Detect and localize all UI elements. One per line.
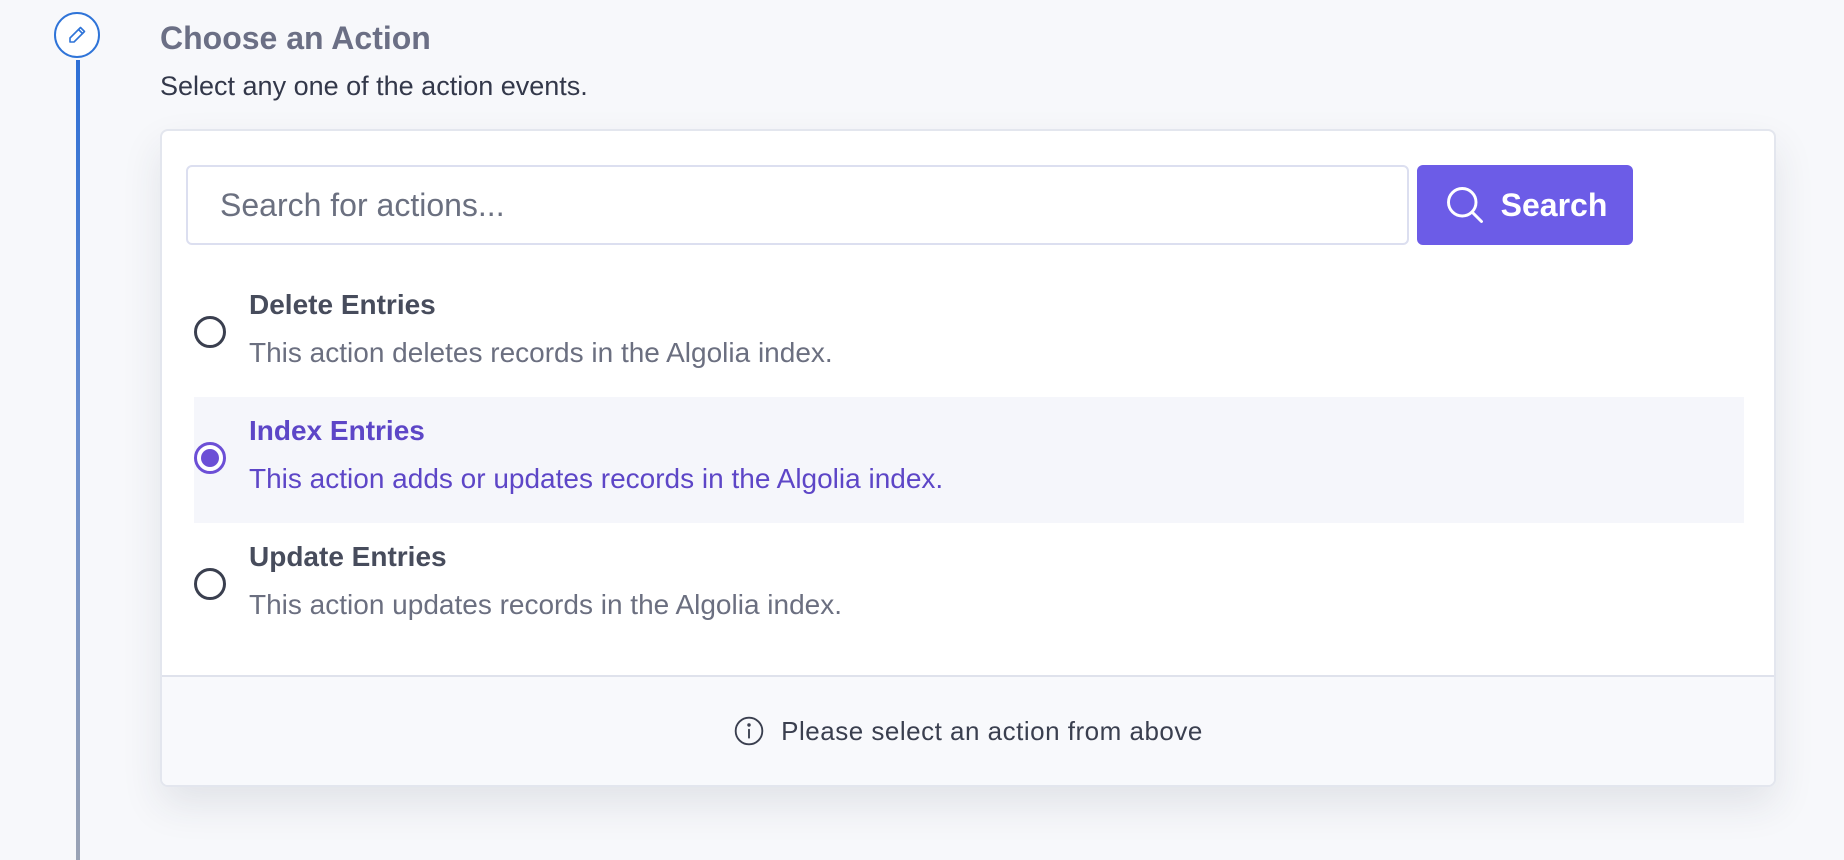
action-card: Search Delete Entries This action delete…: [160, 129, 1776, 787]
radio-button[interactable]: [194, 316, 226, 348]
radio-button[interactable]: [194, 442, 226, 474]
radio-button[interactable]: [194, 568, 226, 600]
action-title: Index Entries: [249, 415, 425, 446]
step-indicator: [54, 12, 100, 58]
search-icon: [1446, 187, 1483, 223]
info-icon: [734, 716, 764, 746]
action-title: Update Entries: [249, 541, 447, 572]
search-button[interactable]: Search: [1417, 165, 1633, 245]
action-option-index-entries[interactable]: Index Entries This action adds or update…: [194, 397, 1744, 523]
timeline-line: [76, 60, 80, 860]
search-bar: Search: [186, 165, 1750, 245]
section-header: Choose an Action Select any one of the a…: [160, 18, 588, 104]
action-title: Delete Entries: [249, 289, 436, 320]
action-description: This action adds or updates records in t…: [249, 463, 944, 494]
page-subtitle: Select any one of the action events.: [160, 71, 588, 101]
page-title: Choose an Action: [160, 20, 431, 56]
search-input[interactable]: [186, 165, 1409, 245]
hint-text: Please select an action from above: [781, 715, 1203, 746]
pencil-icon: [69, 26, 86, 43]
action-description: This action deletes records in the Algol…: [249, 337, 833, 368]
search-button-label: Search: [1500, 186, 1608, 223]
action-option-update-entries[interactable]: Update Entries This action updates recor…: [194, 523, 1744, 649]
action-option-delete-entries[interactable]: Delete Entries This action deletes recor…: [194, 271, 1744, 397]
selection-hint: Please select an action from above: [162, 675, 1774, 785]
action-description: This action updates records in the Algol…: [249, 589, 843, 620]
